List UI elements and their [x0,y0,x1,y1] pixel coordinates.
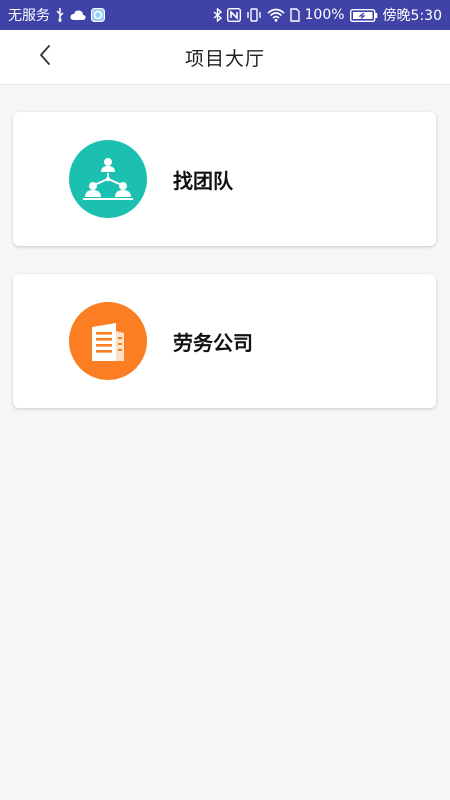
battery-icon [349,8,378,22]
nfc-icon [226,8,241,22]
team-network-icon [69,140,147,218]
vibrate-icon [246,8,262,22]
find-team-card[interactable]: 找团队 [13,112,436,246]
app-bar: 项目大厅 [0,30,450,85]
wifi-icon [266,8,285,22]
page-title: 项目大厅 [184,47,265,70]
carrier-text: 无服务 [8,8,50,24]
chevron-left-icon [38,44,52,70]
find-team-label: 找团队 [173,168,233,193]
app-icon [91,8,105,22]
cloud-icon [70,9,86,21]
battery-percent: 100% [304,7,345,23]
labor-company-label: 劳务公司 [173,330,253,355]
clock-text: 傍晚5:30 [382,8,442,24]
status-bar: 无服务 100% 傍晚5:30 [0,0,450,30]
bluetooth-icon [213,8,222,22]
status-bar-right: 100% 傍晚5:30 [213,5,442,25]
building-icon [69,302,147,380]
usb-icon [55,8,65,22]
status-bar-left: 无服务 [8,5,105,25]
labor-company-card[interactable]: 劳务公司 [13,274,436,408]
back-button[interactable] [28,40,62,74]
sim-icon [289,8,300,22]
